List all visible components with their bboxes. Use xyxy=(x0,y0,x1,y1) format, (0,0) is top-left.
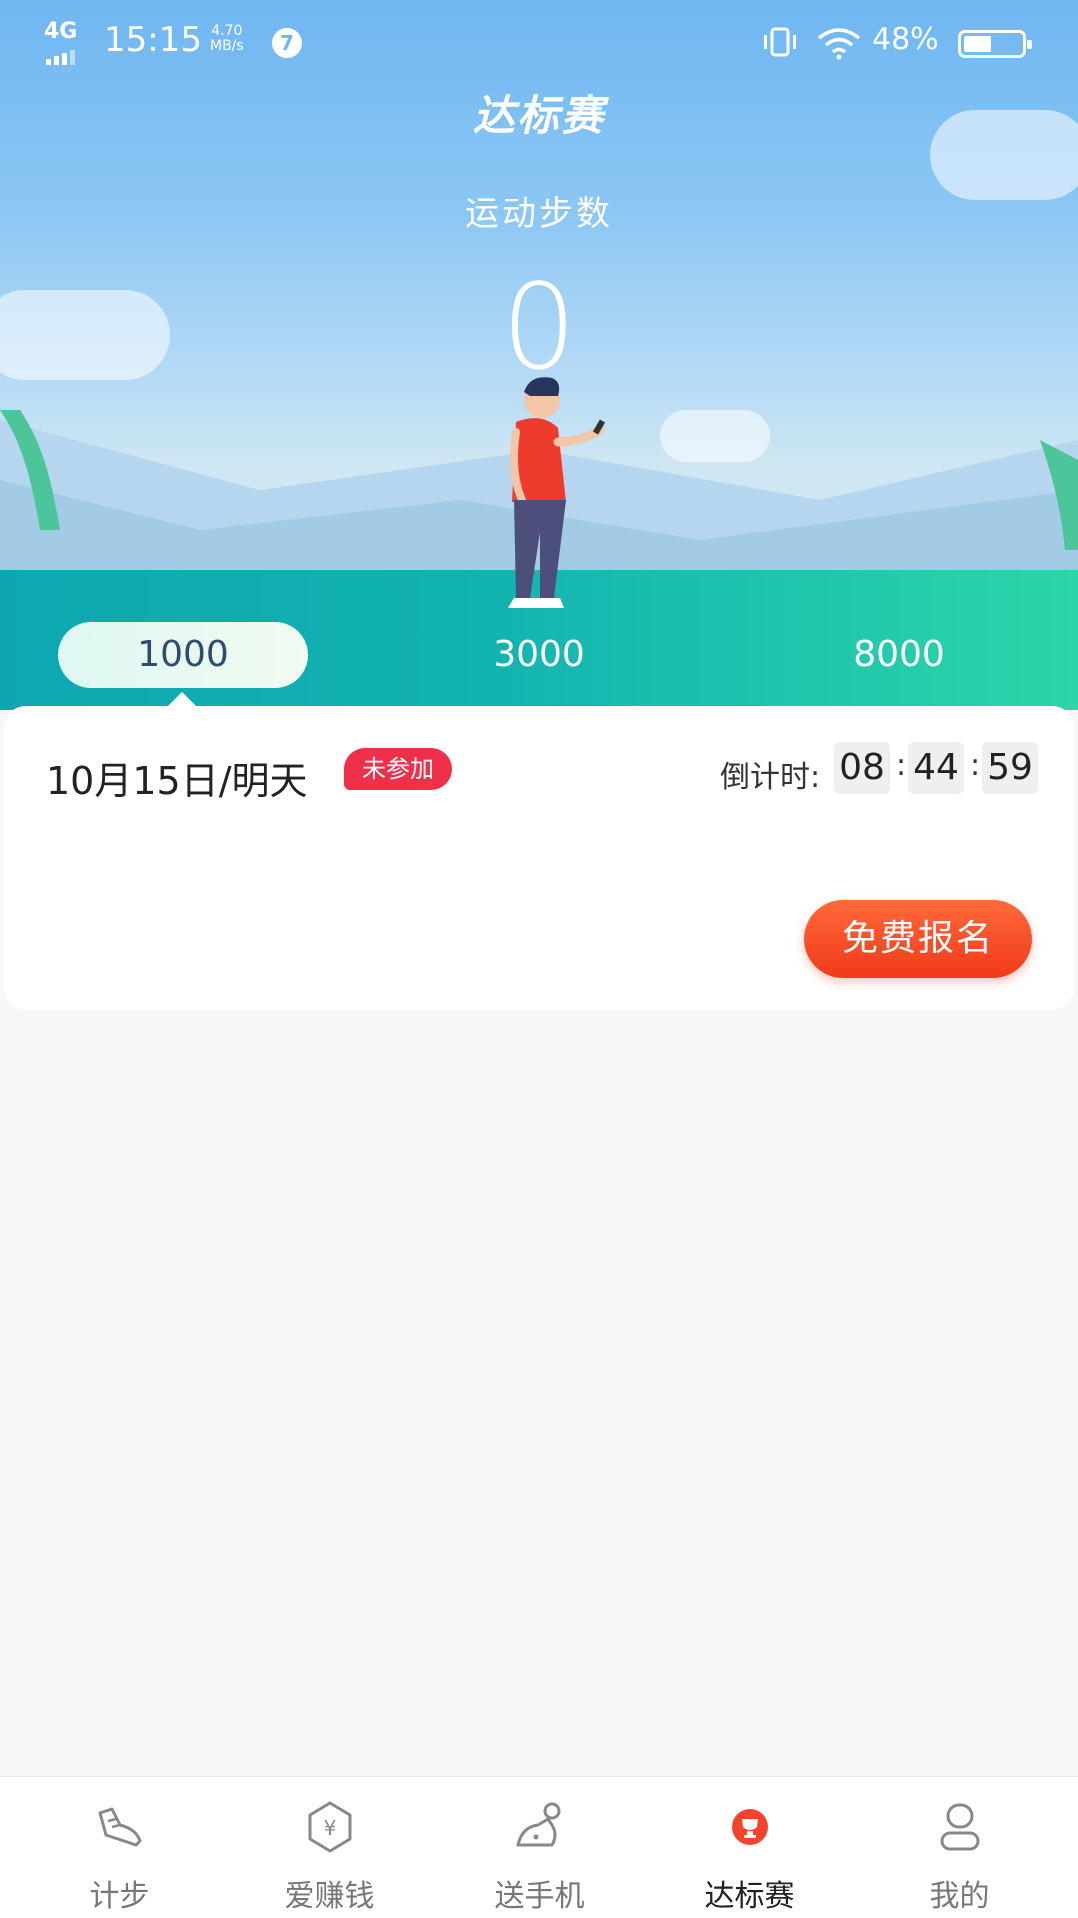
battery-icon xyxy=(958,30,1032,58)
challenge-date: 10月15日/明天 xyxy=(46,759,308,803)
nav-label: 爱赚钱 xyxy=(284,1879,375,1914)
wifi-icon xyxy=(817,28,861,60)
nav-label: 达标赛 xyxy=(704,1879,795,1914)
nav-label: 我的 xyxy=(929,1879,990,1914)
countdown-label: 倒计时: xyxy=(720,760,821,795)
target-tabs: 1000 3000 8000 xyxy=(0,622,1078,696)
nav-item-phone-gift[interactable]: 送手机 xyxy=(432,1777,647,1918)
target-tab-8000[interactable]: 8000 xyxy=(774,622,1024,688)
free-signup-button[interactable]: 免费报名 xyxy=(804,900,1032,978)
nav-label: 送手机 xyxy=(494,1879,585,1914)
challenge-card: 10月15日/明天 未参加 倒计时: 08 : 44 : 59 免费报名 xyxy=(4,706,1074,1010)
countdown-hours: 08 xyxy=(834,742,890,794)
clock: 15:15 xyxy=(104,20,202,60)
yuan-coin-icon: ¥ xyxy=(308,1801,352,1853)
status-badge: 未参加 xyxy=(344,748,452,790)
countdown-separator: : xyxy=(896,748,907,783)
network-type: 4G xyxy=(44,19,78,44)
target-tab-1000[interactable]: 1000 xyxy=(58,622,308,688)
walking-person-illustration xyxy=(508,377,606,608)
nav-item-challenge[interactable]: 达标赛 xyxy=(642,1777,857,1918)
signal-icon xyxy=(46,46,78,65)
network-speed: 4.70 MB/s xyxy=(210,24,244,54)
countdown-separator: : xyxy=(970,748,981,783)
page-title: 达标赛 xyxy=(472,91,605,140)
countdown-seconds: 59 xyxy=(982,742,1038,794)
nav-label: 计步 xyxy=(89,1879,150,1914)
bottom-nav: 计步 ¥ 爱赚钱 送手机 达标赛 我的 xyxy=(0,1776,1078,1918)
steps-label: 运动步数 xyxy=(465,194,613,234)
status-bar: 4G 15:15 4.70 MB/s 7 48% xyxy=(0,0,1078,84)
countdown-minutes: 44 xyxy=(908,742,964,794)
notification-badge: 7 xyxy=(272,28,302,58)
page: 4G 15:15 4.70 MB/s 7 48% 达标赛 运动步数 0 1000… xyxy=(0,0,1078,1918)
network-speed-value: 4.70 xyxy=(211,23,243,39)
nav-item-steps[interactable]: 计步 xyxy=(12,1777,227,1918)
vibrate-icon xyxy=(764,27,796,57)
user-icon xyxy=(940,1803,980,1851)
battery-percent: 48% xyxy=(872,22,939,57)
phone-gift-icon xyxy=(516,1802,561,1847)
shoe-icon xyxy=(98,1807,142,1847)
trophy-icon xyxy=(732,1809,768,1845)
nav-item-me[interactable]: 我的 xyxy=(852,1777,1067,1918)
svg-text:¥: ¥ xyxy=(324,1816,337,1840)
target-tab-3000[interactable]: 3000 xyxy=(414,622,664,688)
network-speed-unit: MB/s xyxy=(210,38,244,54)
battery-fill xyxy=(964,36,991,52)
nav-item-earn[interactable]: ¥ 爱赚钱 xyxy=(222,1777,437,1918)
